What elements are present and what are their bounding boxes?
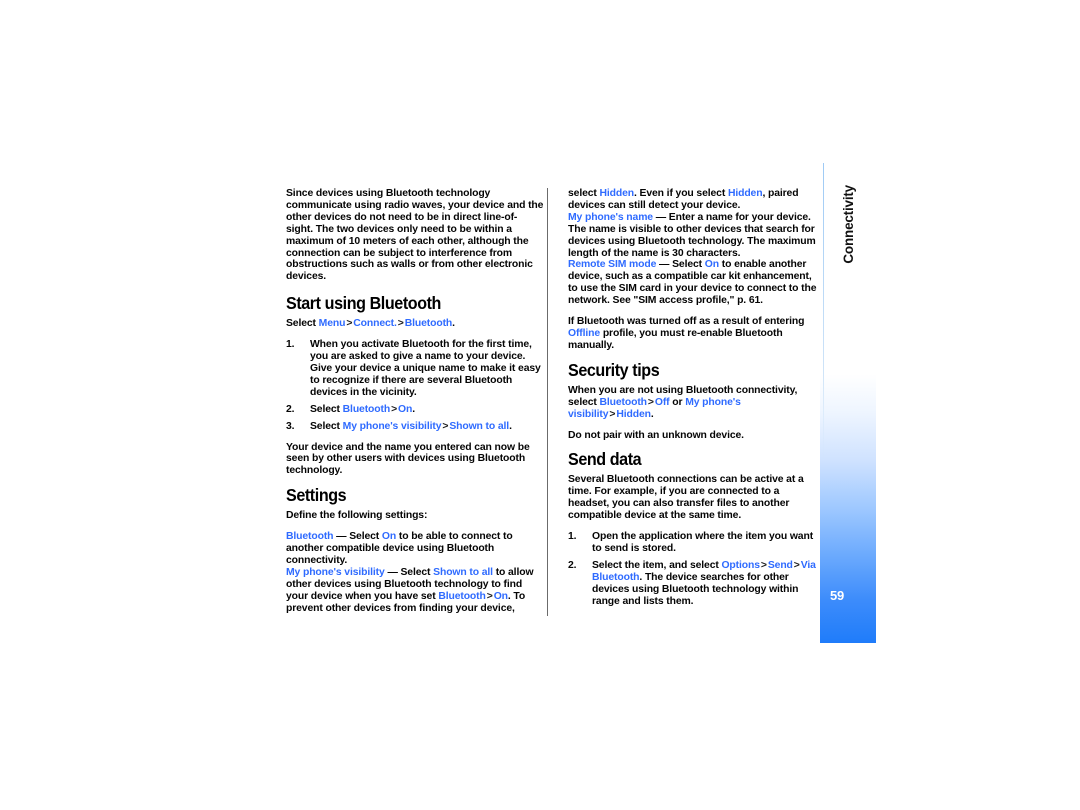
offline-note: If Bluetooth was turned off as a result … (568, 316, 818, 352)
kw-remote-sim-mode[interactable]: Remote SIM mode (568, 259, 656, 270)
kw-hidden[interactable]: Hidden (600, 188, 635, 199)
em-dash: — (384, 566, 401, 578)
em-dash: — (652, 211, 669, 223)
column-divider (547, 188, 548, 616)
list-item: When you activate Bluetooth for the firs… (286, 339, 544, 399)
setting-my-phones-name: My phone's name — Enter a name for your … (568, 212, 818, 260)
step-prefix: Select (310, 420, 343, 432)
step-text: Open the application where the item you … (592, 531, 814, 554)
step-text: When you activate Bluetooth for the firs… (310, 339, 541, 398)
right-column: select Hidden. Even if you select Hidden… (568, 188, 818, 607)
text-b: profile, you must re-enable Bluetooth ma… (568, 327, 783, 351)
list-item: Open the application where the item you … (568, 531, 818, 555)
security-note: When you are not using Bluetooth connect… (568, 385, 818, 421)
kw-bluetooth[interactable]: Bluetooth (600, 397, 648, 408)
setting-bluetooth: Bluetooth — Select On to be able to conn… (286, 531, 544, 567)
kw-bluetooth[interactable]: Bluetooth (343, 404, 391, 415)
setting-text-a: Select (349, 531, 382, 543)
step-prefix: Select (310, 403, 343, 415)
section-tab-label: Connectivity (840, 185, 856, 264)
heading-security-tips: Security tips (568, 359, 660, 380)
send-data-steps: Open the application where the item you … (568, 531, 818, 607)
setting-text-a: Select (400, 566, 434, 578)
kw-on[interactable]: On (705, 259, 719, 270)
select-path-line: Select Menu>Connect.>Bluetooth. (286, 318, 544, 330)
kw-off[interactable]: Off (655, 397, 670, 408)
setting-text-a: Select (672, 259, 705, 271)
path-separator: > (391, 403, 398, 415)
send-data-intro: Several Bluetooth connections can be act… (568, 474, 804, 522)
text-b: . Even if you select (634, 188, 728, 199)
list-item: Select Bluetooth>On. (286, 404, 544, 416)
kw-shown-to-all[interactable]: Shown to all (449, 421, 509, 432)
text-a: If Bluetooth was turned off as a result … (568, 316, 805, 328)
period: . (412, 403, 416, 415)
kw-send[interactable]: Send (768, 560, 793, 571)
em-dash: — (333, 531, 350, 543)
setting-my-phones-visibility: My phone's visibility — Select Shown to … (286, 567, 544, 615)
heading-start-using-bluetooth: Start using Bluetooth (286, 293, 441, 314)
kw-hidden[interactable]: Hidden (728, 188, 763, 199)
setting-remote-sim-mode: Remote SIM mode — Select On to enable an… (568, 259, 818, 307)
kw-on[interactable]: On (398, 404, 412, 415)
left-column: Since devices using Bluetooth technology… (286, 188, 544, 614)
after-steps-paragraph: Your device and the name you entered can… (286, 441, 530, 477)
select-prefix: Select (286, 318, 319, 330)
list-item: Select My phone's visibility>Shown to al… (286, 421, 544, 433)
path-separator: > (647, 396, 654, 408)
kw-hidden[interactable]: Hidden (616, 409, 651, 420)
kw-bluetooth[interactable]: Bluetooth (438, 591, 486, 602)
step-prefix: Select the item, and select (592, 559, 722, 571)
period: . (452, 318, 455, 330)
settings-lead: Define the following settings: (286, 510, 428, 522)
period: . (509, 420, 512, 432)
kw-bluetooth[interactable]: Bluetooth (286, 531, 334, 542)
path-separator: > (486, 590, 493, 602)
kw-my-phones-visibility[interactable]: My phone's visibility (343, 421, 442, 432)
continued-visibility-paragraph: select Hidden. Even if you select Hidden… (568, 188, 818, 212)
kw-connect[interactable]: Connect. (353, 318, 397, 329)
kw-my-phones-visibility[interactable]: My phone's visibility (286, 567, 385, 578)
kw-on[interactable]: On (382, 531, 396, 542)
kw-options[interactable]: Options (721, 560, 760, 571)
kw-offline[interactable]: Offline (568, 328, 600, 339)
path-separator: > (793, 559, 800, 571)
intro-paragraph: Since devices using Bluetooth technology… (286, 188, 544, 283)
kw-bluetooth[interactable]: Bluetooth (405, 318, 453, 329)
kw-menu[interactable]: Menu (319, 318, 346, 329)
em-dash: — (656, 259, 673, 271)
manual-page: Since devices using Bluetooth technology… (0, 0, 1080, 810)
kw-my-phones-name[interactable]: My phone's name (568, 212, 653, 223)
path-separator: > (397, 318, 404, 330)
kw-on[interactable]: On (494, 591, 508, 602)
path-separator: > (760, 559, 767, 571)
heading-send-data: Send data (568, 449, 642, 470)
list-item: Select the item, and select Options>Send… (568, 560, 818, 608)
text-a: select (568, 188, 600, 199)
heading-settings: Settings (286, 485, 347, 506)
page-number: 59 (830, 588, 845, 603)
section-tab-label-wrapper: Connectivity (820, 185, 876, 305)
period: . (650, 408, 654, 420)
kw-shown-to-all[interactable]: Shown to all (433, 567, 493, 578)
start-using-steps: When you activate Bluetooth for the firs… (286, 339, 544, 432)
text-b: or (669, 396, 686, 408)
security-note-2: Do not pair with an unknown device. (568, 429, 744, 441)
